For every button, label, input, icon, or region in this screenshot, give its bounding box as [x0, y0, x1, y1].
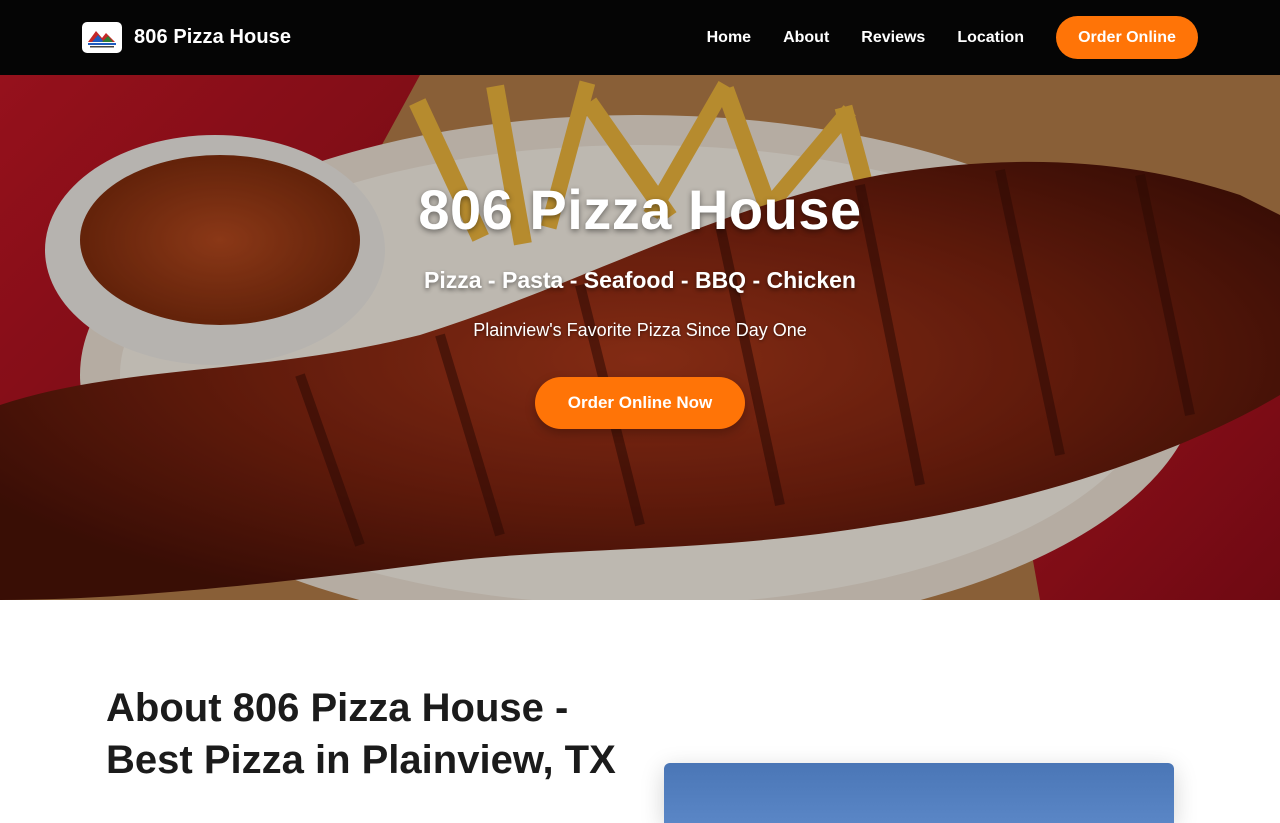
nav-location[interactable]: Location [957, 29, 1024, 47]
nav-home[interactable]: Home [707, 29, 751, 47]
pizza-house-logo-icon [82, 22, 122, 53]
site-header: 806 Pizza House Home About Reviews Locat… [0, 0, 1280, 75]
nav-reviews[interactable]: Reviews [861, 29, 925, 47]
hero-title: 806 Pizza House [418, 178, 862, 241]
about-image [664, 763, 1174, 823]
hero-tagline: Pizza - Pasta - Seafood - BBQ - Chicken [424, 267, 856, 293]
nav-about[interactable]: About [783, 29, 829, 47]
about-title: About 806 Pizza House - Best Pizza in Pl… [106, 686, 616, 782]
hero-content: 806 Pizza House Pizza - Pasta - Seafood … [0, 75, 1280, 600]
hero-section: 806 Pizza House Pizza - Pasta - Seafood … [0, 75, 1280, 600]
brand-name: 806 Pizza House [134, 26, 292, 48]
order-online-button[interactable]: Order Online [1056, 16, 1198, 59]
order-online-now-button[interactable]: Order Online Now [535, 377, 745, 429]
brand-link[interactable]: 806 Pizza House [82, 22, 291, 53]
hero-subtitle: Plainview's Favorite Pizza Since Day One [473, 320, 807, 340]
main-nav: Home About Reviews Location Order Online [675, 16, 1198, 59]
